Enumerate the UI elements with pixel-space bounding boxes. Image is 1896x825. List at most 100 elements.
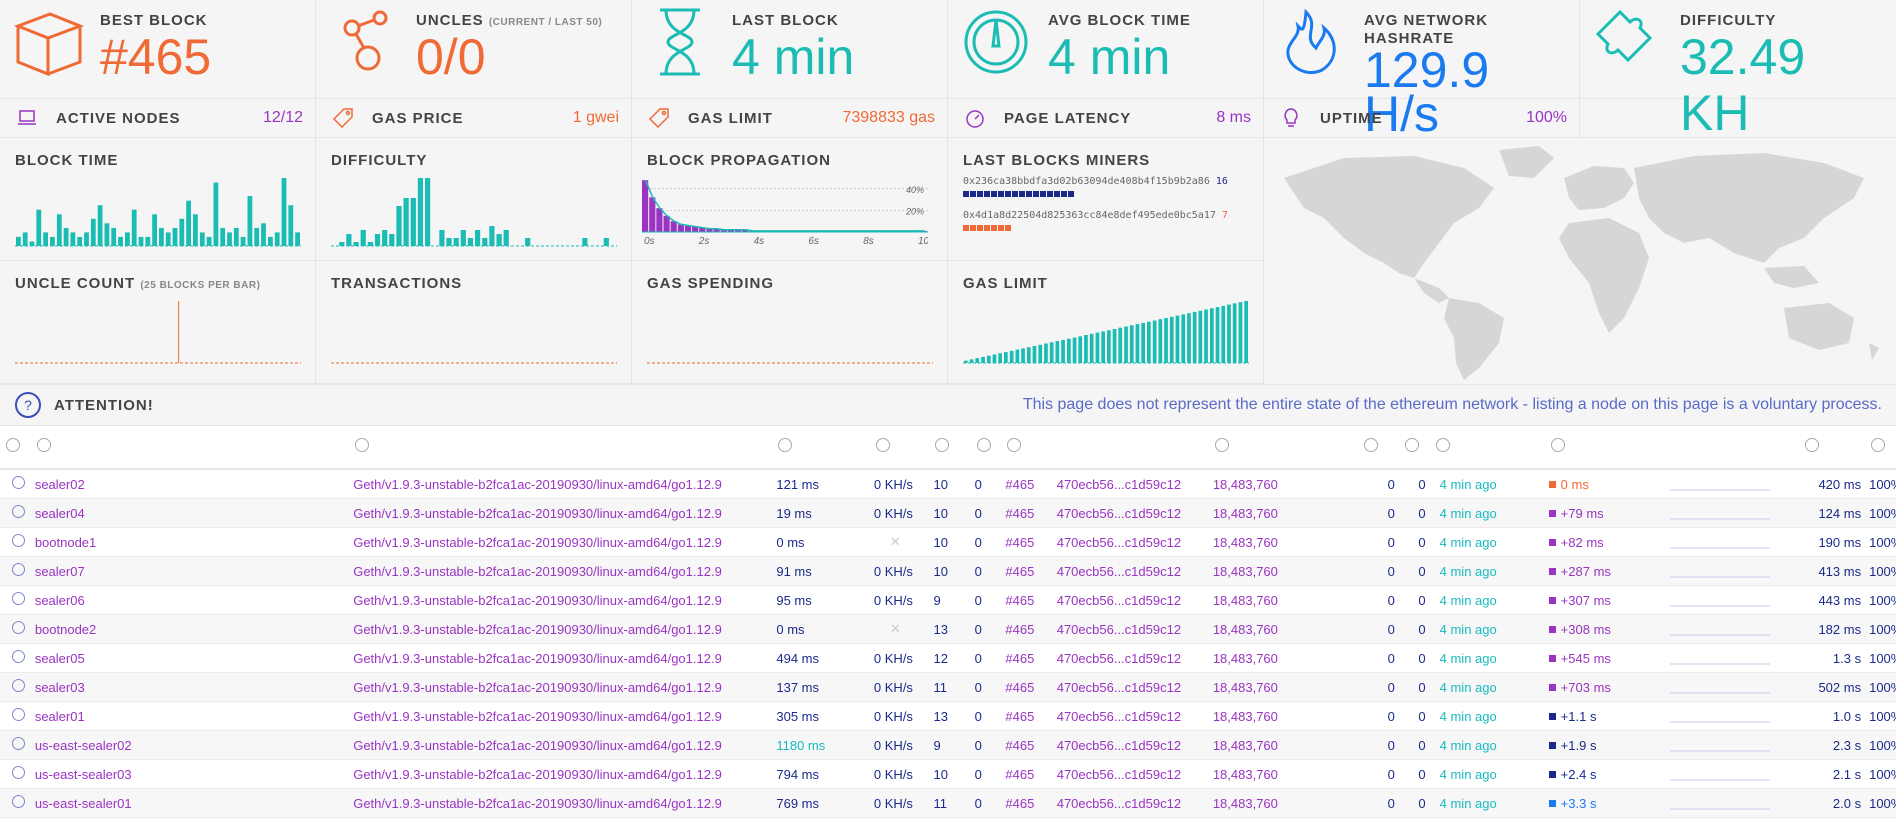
node-propagation-history <box>1665 614 1800 644</box>
table-row[interactable]: sealer03 Geth/v1.9.3-unstable-b2fca1ac-20… <box>0 672 1896 702</box>
stat-subtitle: (CURRENT / LAST 50) <box>488 17 603 28</box>
pin-cell[interactable] <box>0 788 31 818</box>
pin-cell[interactable] <box>0 701 31 731</box>
chart-bar <box>467 238 473 246</box>
miner-block-square <box>1068 191 1074 197</box>
nodes-table: sealer02 Geth/v1.9.3-unstable-b2fca1ac-20… <box>0 426 1896 818</box>
column-header[interactable] <box>30 426 350 470</box>
pin-cell[interactable] <box>0 614 31 644</box>
pin-cell[interactable] <box>0 469 31 499</box>
pin-cell[interactable] <box>0 672 31 702</box>
table-row[interactable]: bootnode2 Geth/v1.9.3-unstable-b2fca1ac-2… <box>0 614 1896 644</box>
node-uptime: 100% <box>1865 498 1896 528</box>
pin-cell[interactable] <box>0 643 31 673</box>
chart-bar <box>1135 324 1140 363</box>
column-header[interactable] <box>1001 426 1053 470</box>
node-client: Geth/v1.9.3-unstable-b2fca1ac-20190930/l… <box>349 527 773 557</box>
propagation-status-dot <box>1548 538 1556 546</box>
laptop-icon <box>18 110 36 125</box>
chart-bar <box>1187 313 1191 363</box>
column-header[interactable] <box>869 426 930 470</box>
node-avg-propagation: 420 ms <box>1799 469 1866 499</box>
node-latency: 91 ms <box>772 556 870 586</box>
pin-toggle-icon[interactable] <box>12 650 25 663</box>
chart-bar <box>360 230 366 246</box>
cube-icon <box>13 12 84 77</box>
miner-block-square <box>998 225 1004 231</box>
node-propagation: +82 ms <box>1544 527 1666 557</box>
table-row[interactable]: sealer01 Geth/v1.9.3-unstable-b2fca1ac-20… <box>0 701 1896 731</box>
pin-toggle-icon[interactable] <box>12 708 25 721</box>
chart-bar <box>969 359 974 363</box>
chart-bar <box>353 242 359 246</box>
stat-value: 0/0 <box>416 29 486 85</box>
table-row[interactable]: us-east-sealer01 Geth/v1.9.3-unstable-b2f… <box>0 788 1896 818</box>
block-time-chart <box>15 178 301 247</box>
column-header[interactable] <box>970 426 1002 470</box>
pin-cell[interactable] <box>0 730 31 760</box>
mini-active-nodes: ACTIVE NODES 12/12 <box>0 99 316 137</box>
pin-toggle-icon[interactable] <box>12 737 25 750</box>
propagation-sparkline <box>1669 721 1770 722</box>
pin-cell[interactable] <box>0 527 31 557</box>
propagation-status-dot <box>1548 799 1556 807</box>
pin-toggle-icon[interactable] <box>12 795 25 808</box>
table-row[interactable]: sealer04 Geth/v1.9.3-unstable-b2fca1ac-20… <box>0 498 1896 528</box>
pin-toggle-icon[interactable] <box>12 621 25 634</box>
pin-toggle-icon[interactable] <box>12 679 25 692</box>
column-header[interactable] <box>1544 426 1666 470</box>
table-row[interactable]: bootnode1 Geth/v1.9.3-unstable-b2fca1ac-2… <box>0 527 1896 557</box>
puzzle-icon <box>1595 9 1653 63</box>
chart-bar <box>410 198 416 246</box>
column-header[interactable] <box>1398 426 1430 470</box>
column-header[interactable] <box>1799 426 1866 470</box>
pin-toggle-icon[interactable] <box>12 534 25 547</box>
chart-bar <box>1044 343 1048 363</box>
table-row[interactable]: sealer02 Geth/v1.9.3-unstable-b2fca1ac-20… <box>0 469 1896 499</box>
node-block: #465 <box>1001 672 1053 702</box>
miner-block-square <box>970 191 976 197</box>
node-pending: 0 <box>970 730 1002 760</box>
pin-cell[interactable] <box>0 585 31 615</box>
chart-bar <box>1015 349 1020 363</box>
node-propagation: +703 ms <box>1544 672 1666 702</box>
column-header[interactable] <box>772 426 870 470</box>
chart-bar <box>1009 350 1014 363</box>
chart-bar <box>145 236 151 246</box>
node-peers: 13 <box>929 701 971 731</box>
mini-empty <box>1580 99 1896 137</box>
column-header[interactable] <box>349 426 773 470</box>
chart-bar <box>199 232 205 246</box>
column-header[interactable] <box>1865 426 1896 470</box>
chart-bar <box>97 205 103 246</box>
chart-bar <box>84 232 89 246</box>
table-row[interactable]: us-east-sealer02 Geth/v1.9.3-unstable-b2f… <box>0 730 1896 760</box>
table-row[interactable]: us-east-sealer03 Geth/v1.9.3-unstable-b2f… <box>0 759 1896 789</box>
table-row[interactable]: sealer06 Geth/v1.9.3-unstable-b2fca1ac-20… <box>0 585 1896 615</box>
pin-cell[interactable] <box>0 498 31 528</box>
pin-toggle-icon[interactable] <box>12 476 25 489</box>
column-header[interactable] <box>0 426 31 470</box>
column-header[interactable] <box>1357 426 1399 470</box>
map-greenland <box>1499 146 1554 178</box>
pin-toggle-icon[interactable] <box>12 563 25 576</box>
column-header[interactable] <box>1429 426 1545 470</box>
table-row[interactable]: sealer05 Geth/v1.9.3-unstable-b2fca1ac-20… <box>0 643 1896 673</box>
node-peers: 11 <box>929 788 971 818</box>
column-header[interactable] <box>929 426 971 470</box>
node-latency: 305 ms <box>772 701 870 731</box>
pin-cell[interactable] <box>0 759 31 789</box>
chart-bar <box>992 354 997 363</box>
node-last-block: 4 min ago <box>1429 527 1545 557</box>
column-header[interactable] <box>1208 426 1358 470</box>
node-pending: 0 <box>970 469 1002 499</box>
pin-toggle-icon[interactable] <box>12 505 25 518</box>
pin-cell[interactable] <box>0 556 31 586</box>
chart-subtitle: (25 BLOCKS PER BAR) <box>140 280 261 291</box>
pin-toggle-icon[interactable] <box>12 592 25 605</box>
node-client: Geth/v1.9.3-unstable-b2fca1ac-20190930/l… <box>349 730 773 760</box>
table-row[interactable]: sealer07 Geth/v1.9.3-unstable-b2fca1ac-20… <box>0 556 1896 586</box>
node-peers: 12 <box>929 643 971 673</box>
node-block-hash: 470ecb56...c1d59c12 <box>1052 585 1209 615</box>
pin-toggle-icon[interactable] <box>12 766 25 779</box>
